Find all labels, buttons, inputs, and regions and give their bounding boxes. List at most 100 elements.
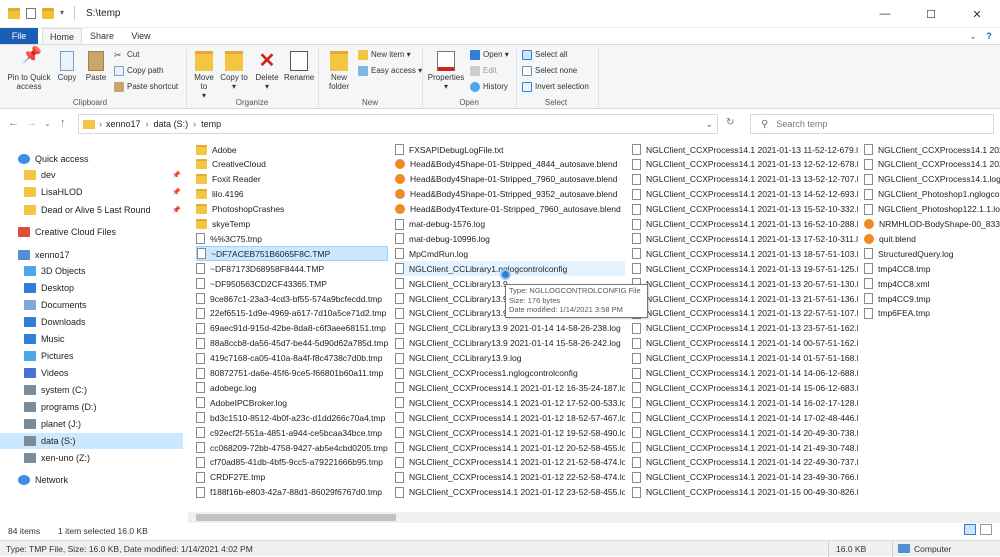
file-item[interactable]: NGLClient_CCXProcess14.1 2021-01-13 12-5…	[632, 157, 858, 172]
move-to-button[interactable]: Move to ▾	[190, 51, 218, 100]
file-item[interactable]: 9ce867c1-23a3-4cd3-bf55-574a9bcfecdd.tmp	[196, 291, 388, 306]
file-item[interactable]: NGLClient_CCXProcess14.1 2021-01-15 00-4…	[632, 485, 858, 500]
file-item[interactable]: NGLClient_CCXProcess14.1 2021-01-14 22-4…	[632, 455, 858, 470]
file-item[interactable]: MpCmdRun.log	[395, 246, 625, 261]
new-folder-button[interactable]: New folder	[322, 51, 356, 91]
file-item[interactable]: NGLClient_CCLibrary13.9 2021-01-14 14-58…	[395, 321, 625, 336]
select-none-button[interactable]: Select none	[522, 64, 577, 78]
file-item[interactable]: NGLClient_CCXProcess14.1 2021-01-1	[864, 142, 1000, 157]
nav-item-lisahlod[interactable]: LisaHLOD 📌	[0, 184, 183, 200]
file-item[interactable]: StructuredQuery.log	[864, 246, 1000, 261]
file-item[interactable]: NGLClient_CCXProcess14.1 2021-01-13 21-5…	[632, 291, 858, 306]
copy-button[interactable]: Copy	[54, 51, 80, 82]
file-item[interactable]: mat-debug-10996.log	[395, 231, 625, 246]
file-item[interactable]: 69aec91d-915d-42be-8da8-c6f3aee68151.tmp	[196, 321, 388, 336]
file-item[interactable]: 22ef6515-1d9e-4969-a617-7d10a5ce71d2.tmp	[196, 306, 388, 321]
file-item[interactable]: %%3C75.tmp	[196, 231, 388, 246]
file-item[interactable]: NGLClient_CCLibrary13.9.log	[395, 351, 625, 366]
file-item[interactable]: NGLClient_CCLibrary13.9 2021-01-14 15-58…	[395, 336, 625, 351]
file-item[interactable]: CRDF27E.tmp	[196, 470, 388, 485]
file-item[interactable]: NGLClient_CCXProcess14.1 2021-01-13 15-5…	[632, 202, 858, 217]
back-arrow-icon[interactable]: ←	[8, 117, 19, 129]
breadcrumb-temp[interactable]: temp	[201, 119, 221, 129]
rename-button[interactable]: Rename	[284, 51, 314, 82]
breadcrumb-xenno17[interactable]: xenno17	[106, 119, 141, 129]
file-item[interactable]: Head&Body4Texture-01-Stripped_7960_autos…	[395, 202, 625, 217]
tab-file[interactable]: File	[0, 28, 38, 44]
properties-icon[interactable]	[26, 8, 36, 19]
nav-item-xen-uno-z[interactable]: xen-uno (Z:)	[0, 450, 183, 466]
tab-home[interactable]: Home	[42, 28, 82, 44]
file-item[interactable]: NGLClient_CCXProcess14.1 2021-01-14 01-5…	[632, 351, 858, 366]
file-item[interactable]: FXSAPIDebugLogFile.txt	[395, 142, 625, 157]
file-item[interactable]: quit.blend	[864, 231, 1000, 246]
address-bar[interactable]: › xenno17 › data (S:) › temp ⌄	[78, 114, 718, 134]
up-arrow-icon[interactable]: ↑	[60, 117, 66, 129]
file-item[interactable]: NGLClient_CCXProcess14.1 2021-01-13 20-5…	[632, 276, 858, 291]
file-item[interactable]: ~DF950563CD2CF43365.TMP	[196, 276, 388, 291]
copy-to-button[interactable]: Copy to ▾	[220, 51, 248, 91]
nav-item-planet-j[interactable]: planet (J:)	[0, 416, 183, 432]
invert-selection-button[interactable]: Invert selection	[522, 80, 589, 94]
chevron-down-icon[interactable]: ⌄	[44, 119, 51, 128]
nav-item-dead-or-alive-5-last-round[interactable]: Dead or Alive 5 Last Round 📌	[0, 202, 183, 218]
minimize-button[interactable]: —	[862, 0, 908, 28]
forward-arrow-icon[interactable]: →	[26, 117, 37, 129]
new-item-button[interactable]: New item ▾	[358, 48, 411, 62]
easy-access-button[interactable]: Easy access ▾	[358, 64, 422, 78]
file-item[interactable]: NGLClient_CCXProcess14.1 2021-01-13 14-5…	[632, 187, 858, 202]
nav-item-system-c[interactable]: system (C:)	[0, 382, 183, 398]
file-item[interactable]: NRMHLOD-BodyShape-00_8332	[864, 217, 1000, 232]
pin-icon[interactable]: 📌	[172, 188, 181, 196]
nav-item-xenno17[interactable]: xenno17	[0, 247, 183, 263]
file-item[interactable]: NGLClient_CCXProcess14.1 2021-01-14 20-4…	[632, 425, 858, 440]
file-item[interactable]: NGLClient_CCXProcess14.1 2021-01-12 21-5…	[395, 455, 625, 470]
file-item[interactable]: NGLClient_Photoshop1.nglogco	[864, 187, 1000, 202]
edit-button[interactable]: Edit	[470, 64, 497, 78]
pin-to-quick-access-button[interactable]: 📌 Pin to Quick access	[4, 48, 54, 92]
file-item[interactable]: Head&Body4Shape-01-Stripped_4844_autosav…	[395, 157, 625, 172]
file-item[interactable]: NGLClient_CCXProcess14.1 2021-01-14 23-4…	[632, 470, 858, 485]
file-item[interactable]: mat-debug-1576.log	[395, 217, 625, 232]
file-item[interactable]: NGLClient_CCXProcess14.1 2021-01-13 22-5…	[632, 306, 858, 321]
file-item[interactable]: 80872751-da6e-45f6-9ce5-f66801b60a11.tmp	[196, 366, 388, 381]
nav-item-desktop[interactable]: Desktop	[0, 280, 183, 296]
paste-button[interactable]: Paste	[82, 51, 110, 82]
chevron-down-icon[interactable]: ⌄	[966, 28, 980, 44]
file-item[interactable]: NGLClient_CCXProcess14.1 2021-01-12 17-5…	[395, 395, 625, 410]
file-item[interactable]: NGLClient_CCXProcess14.1 2021-01-13 11-5…	[632, 142, 858, 157]
file-item[interactable]: NGLClient_CCXProcess14.1 2021-01-1	[864, 157, 1000, 172]
file-item[interactable]: NGLClient_CCXProcess14.1 2021-01-12 23-5…	[395, 485, 625, 500]
file-item[interactable]: cf70ad85-41db-4bf5-9cc5-a79221666b95.tmp	[196, 455, 388, 470]
file-item[interactable]: NGLClient_CCXProcess14.1 2021-01-12 22-5…	[395, 470, 625, 485]
nav-item-data-s[interactable]: data (S:)	[0, 433, 183, 449]
chevron-down-icon[interactable]: ▾	[60, 8, 72, 19]
nav-item-dev[interactable]: dev 📌	[0, 167, 183, 183]
file-item[interactable]: NGLClient_CCXProcess14.1 2021-01-13 19-5…	[632, 261, 858, 276]
file-item[interactable]: NGLClient_CCXProcess14.1 2021-01-14 15-0…	[632, 380, 858, 395]
pin-icon[interactable]: 📌	[172, 206, 181, 214]
file-item[interactable]: cc068209-72bb-4758-9427-ab5e4cbd0205.tmp	[196, 440, 388, 455]
file-item[interactable]: f188f16b-e803-42a7-88d1-86029f6767d0.tmp	[196, 485, 388, 500]
new-folder-icon[interactable]	[42, 8, 54, 19]
nav-item-pictures[interactable]: Pictures	[0, 348, 183, 364]
file-item[interactable]: NGLClient_CCXProcess14.1 2021-01-13 16-5…	[632, 217, 858, 232]
folder-item[interactable]: lilo.4196	[196, 187, 388, 202]
file-item[interactable]: adobegc.log	[196, 380, 388, 395]
nav-item-videos[interactable]: Videos	[0, 365, 183, 381]
folder-item[interactable]: PhotoshopCrashes	[196, 202, 388, 217]
nav-item-network[interactable]: Network	[0, 472, 183, 488]
breadcrumb-data[interactable]: data (S:)	[154, 119, 189, 129]
file-item[interactable]: NGLClient_Photoshop122.1.1.log	[864, 202, 1000, 217]
file-item[interactable]: ~DF7ACEB751B6065F8C.TMP	[196, 246, 388, 262]
file-item[interactable]: 419c7168-ca05-410a-8a4f-f8c4738c7d0b.tmp	[196, 351, 388, 366]
file-item[interactable]: NGLClient_CCXProcess14.1 2021-01-13 23-5…	[632, 321, 858, 336]
nav-item-programs-d[interactable]: programs (D:)	[0, 399, 183, 415]
file-item[interactable]: tmp4CC8.tmp	[864, 261, 1000, 276]
file-item[interactable]: bd3c1510-8512-4b0f-a23c-d1dd266c70a4.tmp	[196, 410, 388, 425]
refresh-icon[interactable]: ↻	[726, 117, 734, 128]
file-item[interactable]: NGLClient_CCXProcess1.nglogcontrolconfig	[395, 366, 625, 381]
file-item[interactable]: c92ecf2f-551a-4851-a944-ce5bcaa34bce.tmp	[196, 425, 388, 440]
properties-button[interactable]: Properties ▾	[426, 51, 466, 91]
file-item[interactable]: NGLClient_CCXProcess14.1 2021-01-13 17-5…	[632, 231, 858, 246]
